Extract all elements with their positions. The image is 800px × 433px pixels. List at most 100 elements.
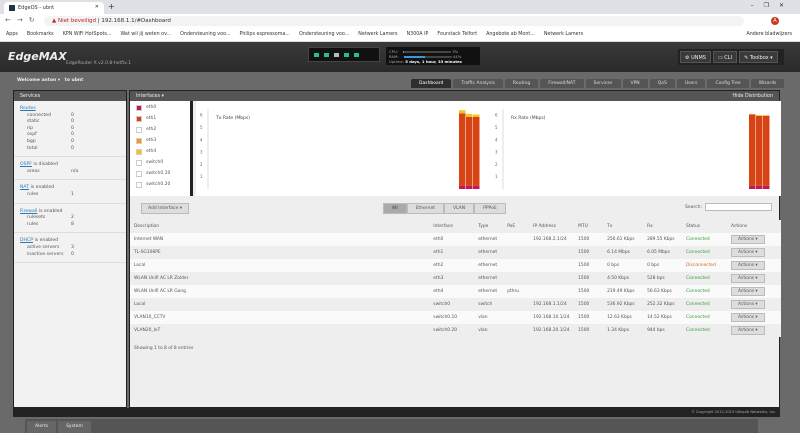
tab-traffic-analysis[interactable]: Traffic Analysis (453, 79, 503, 88)
legend-item[interactable]: eth4 (130, 145, 190, 156)
column-header[interactable]: Type (474, 220, 504, 233)
filter-pppoe[interactable]: PPPoE (474, 203, 506, 214)
legend-item[interactable]: eth1 (130, 112, 190, 123)
bookmark-item[interactable]: Bookmarks (27, 32, 54, 41)
bar-eth4 (749, 113, 756, 115)
actions-button[interactable]: Actions ▾ (730, 248, 765, 257)
tab-vpn[interactable]: VPN (622, 79, 648, 88)
cell: eth1 (429, 246, 475, 259)
column-header[interactable]: Status (682, 220, 727, 233)
other-bookmarks[interactable]: Andere bladwijzers (746, 32, 792, 37)
stat-label: static (27, 119, 40, 125)
service-status: is enabled (38, 208, 63, 214)
actions-button[interactable]: Actions ▾ (730, 313, 765, 322)
add-interface-button[interactable]: Add Interface ▾ (141, 203, 189, 214)
nav-buttons[interactable]: ←→↻ (5, 16, 41, 24)
actions-cell: Actions ▾ (726, 311, 781, 324)
window-controls[interactable]: –❐✕ (751, 2, 794, 9)
legend-item[interactable]: eth3 (130, 134, 190, 145)
actions-button[interactable]: Actions ▾ (730, 235, 765, 244)
hide-distribution-link[interactable]: Hide Distribution (733, 94, 773, 99)
actions-button[interactable]: Actions ▾ (730, 261, 765, 270)
charts: Tx Rate (Mbps) 1 2 3 4 5 6 Rx Rate (Mbps) 1 2 3 4 5… (196, 101, 781, 196)
avatar[interactable]: A (771, 17, 779, 25)
nat-link[interactable]: NAT (20, 185, 29, 190)
legend-item[interactable]: switch0 (130, 156, 190, 167)
cell: vlan (474, 311, 504, 324)
legend-label: eth3 (146, 138, 157, 143)
bookmark-item[interactable]: Fourstack Telfort (437, 32, 477, 41)
tab-routing[interactable]: Routing (504, 79, 539, 88)
tab-firewall-nat[interactable]: Firewall/NAT (540, 79, 584, 88)
bookmark-item[interactable]: N300A IP (407, 32, 429, 41)
table-row: Local eth2 ethernet 1500 0 bps 0 bps Disconnec… (130, 259, 781, 272)
tab-services[interactable]: Services (585, 79, 621, 88)
bookmark-item[interactable]: Ondersteuning voo... (180, 32, 230, 41)
bar-eth1 (466, 117, 473, 186)
actions-button[interactable]: Actions ▾ (730, 300, 765, 309)
service-ospf: OSPF is disabled areas n/a (14, 157, 126, 181)
url-text: 192.168.1.1/#Dashboard (101, 18, 171, 24)
legend-item[interactable]: eth0 (130, 101, 190, 112)
filter-vlan[interactable]: VLAN (443, 203, 475, 214)
bottom-tab-alerts[interactable]: Alerts (27, 421, 57, 433)
stat-value: 3 (71, 244, 74, 250)
legend-swatch (136, 126, 142, 133)
actions-button[interactable]: Actions ▾ (730, 287, 765, 296)
tab-dashboard[interactable]: Dashboard (411, 79, 452, 88)
tab-wizards[interactable]: Wizards (750, 79, 785, 88)
cell: 1500 (574, 233, 604, 246)
column-header[interactable]: Tx (603, 220, 644, 233)
cell: eth4 (429, 285, 475, 298)
unms-button[interactable]: ⚙ UNMS (680, 51, 711, 63)
bookmark-item[interactable]: Angebote ab Mont... (486, 32, 535, 41)
actions-button[interactable]: Actions ▾ (730, 326, 765, 335)
dhcp-link[interactable]: DHCP (20, 238, 33, 243)
bookmark-item[interactable]: Apps (6, 32, 18, 41)
tab-users[interactable]: Users (676, 79, 706, 88)
legend-label: eth1 (146, 116, 157, 121)
bar-eth0 (459, 185, 466, 189)
welcome: Welcome anton ▾ to ubnt (17, 78, 83, 83)
toolbox-button[interactable]: ✎ Toolbox ▾ (739, 51, 778, 63)
browser-tab[interactable]: EdgeOS - ubnt ✕ (4, 2, 104, 14)
legend-item[interactable]: eth2 (130, 123, 190, 134)
column-header[interactable]: PoE (503, 220, 530, 233)
bookmark-item[interactable]: Netwerk Lamers (544, 32, 583, 41)
user-menu[interactable]: Welcome anton ▾ (17, 78, 60, 83)
column-header[interactable]: Rx (643, 220, 683, 233)
interfaces-menu[interactable]: Interfaces ▾ (136, 94, 164, 99)
bookmark-item[interactable]: Wat wil jij weten ov... (120, 32, 171, 41)
column-header[interactable]: Interface (429, 220, 475, 233)
bookmark-item[interactable]: Ondersteuning voo... (299, 32, 349, 41)
legend-item[interactable]: switch0.10 (130, 167, 190, 178)
stat-label: rules (27, 221, 39, 227)
filter-all[interactable]: All (383, 203, 407, 214)
cell: pthru (503, 285, 530, 298)
column-header[interactable]: MTU (574, 220, 604, 233)
column-header[interactable]: Description (130, 220, 430, 233)
logo: EdgeMAX (8, 50, 67, 63)
cell: eth0 (429, 233, 475, 246)
new-tab-button[interactable]: + (108, 2, 115, 11)
bookmark-item[interactable]: Philips espressoma... (240, 32, 290, 41)
ospf-link[interactable]: OSPF (20, 162, 32, 167)
bookmark-item[interactable]: KPN WiFi HotSpots... (63, 32, 112, 41)
actions-button[interactable]: Actions ▾ (730, 274, 765, 283)
bottom-tab-system[interactable]: System (58, 421, 91, 433)
legend-item[interactable]: switch0.20 (130, 178, 190, 189)
column-header[interactable]: IP Address (529, 220, 575, 233)
cli-button[interactable]: ▭ CLI (712, 51, 738, 63)
tab-config-tree[interactable]: Config Tree (707, 79, 749, 88)
firewall-link[interactable]: Firewall (20, 209, 37, 214)
search-input[interactable] (704, 203, 772, 211)
bookmark-item[interactable]: Netwerk Lamers (358, 32, 397, 41)
table-row: TL-SG108PE eth1 ethernet 1500 6.14 Mbps 6.05 … (130, 246, 781, 259)
url-input[interactable]: ▲ Niet beveiligd | 192.168.1.1/#Dashboar… (44, 16, 744, 26)
routes-link[interactable]: Routes (20, 106, 36, 111)
column-header[interactable]: Actions (726, 220, 781, 233)
filter-ethernet[interactable]: Ethernet (406, 203, 444, 214)
close-tab-icon[interactable]: ✕ (95, 4, 99, 10)
cell: 219.49 Kbps (603, 285, 644, 298)
tab-qos[interactable]: QoS (649, 79, 675, 88)
